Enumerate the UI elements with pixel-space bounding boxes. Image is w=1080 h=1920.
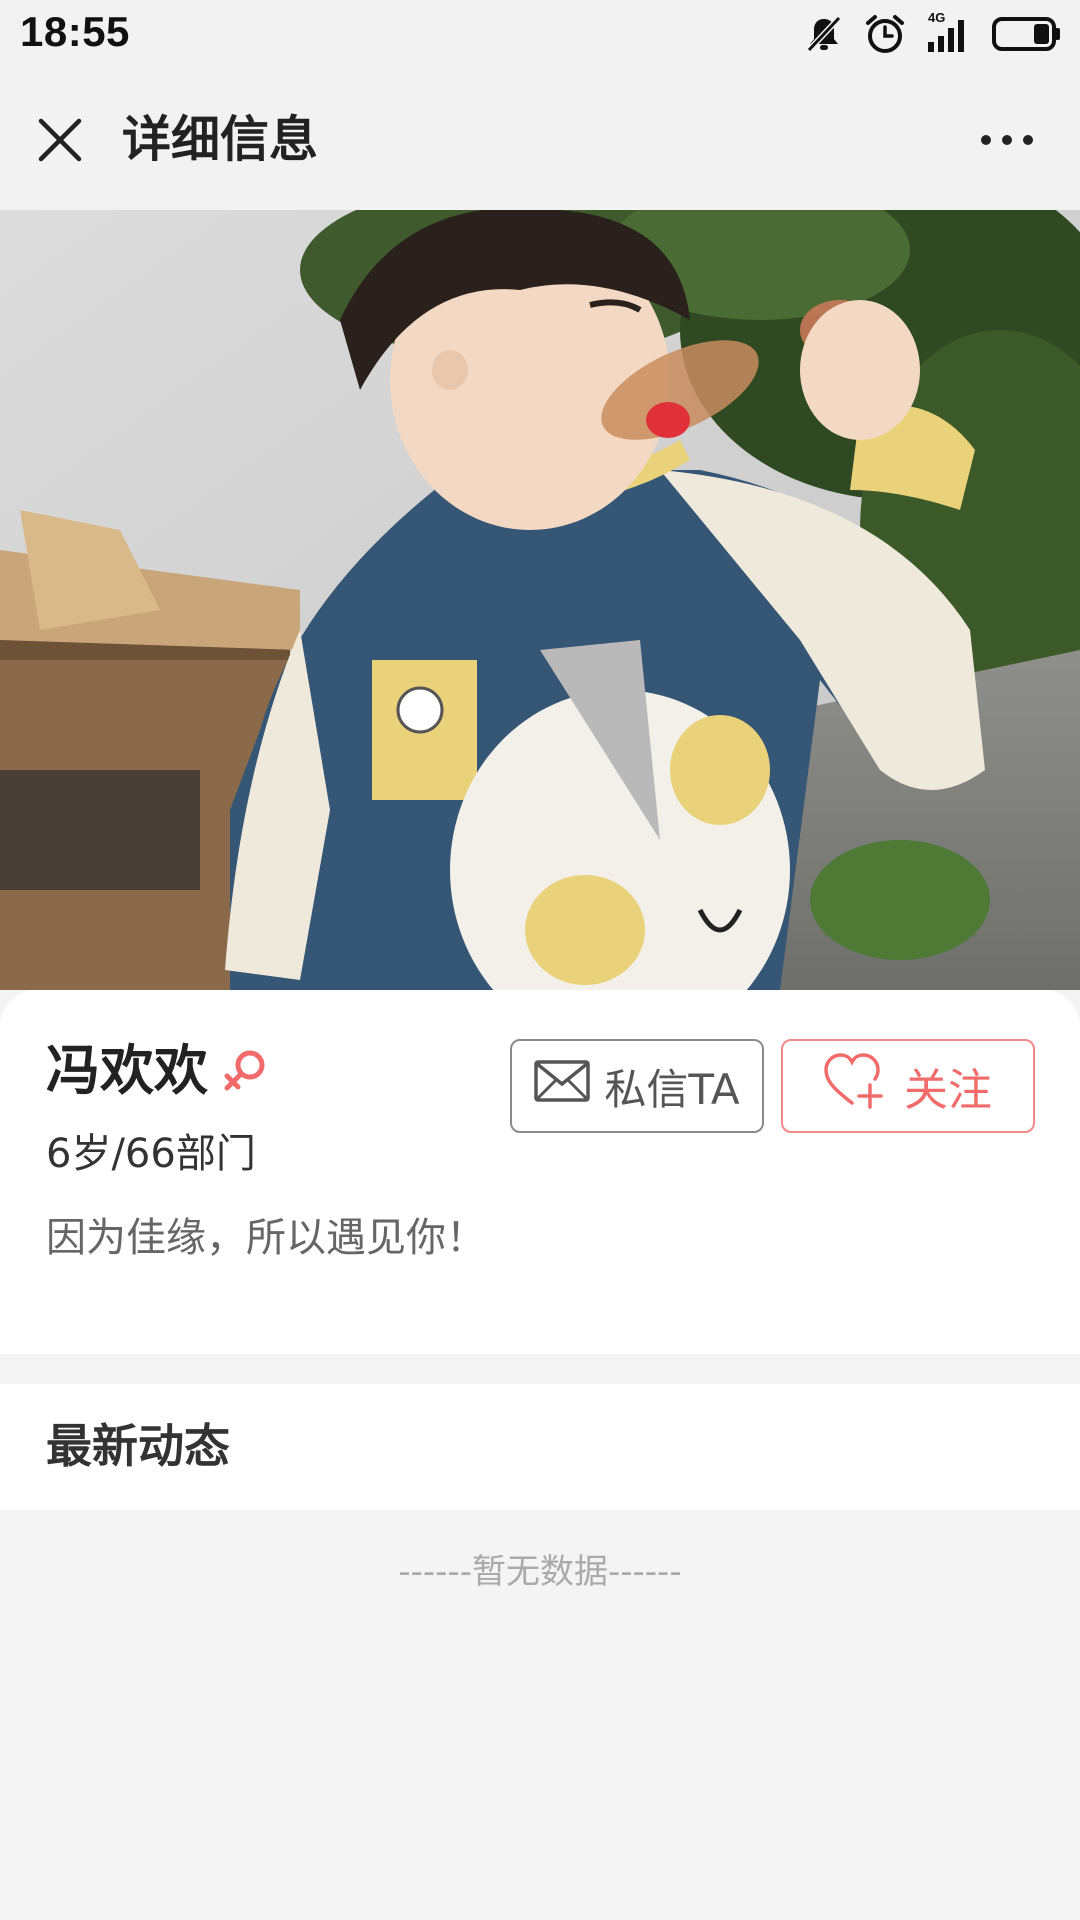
feed-section-header: 最新动态: [0, 1384, 1080, 1510]
message-button-label: 私信TA: [604, 1064, 740, 1114]
more-button[interactable]: [972, 116, 1042, 166]
status-time: 18:55: [20, 8, 130, 55]
network-label: 4G: [928, 10, 946, 25]
follow-button[interactable]: 关注: [781, 1039, 1035, 1133]
status-bar: 18:55 4G: [0, 0, 1080, 68]
alarm-icon: [864, 13, 906, 55]
profile-bio: 因为佳缘，所以遇见你！: [46, 1215, 486, 1261]
status-icons: 4G: [804, 10, 1062, 56]
envelope-icon: [534, 1060, 591, 1112]
close-button[interactable]: [30, 112, 90, 172]
follow-button-label: 关注: [904, 1065, 992, 1116]
female-icon: [222, 1048, 268, 1098]
profile-card: 冯欢欢 6岁/66部门 因为佳缘，所以遇见你！ 私信TA 关注: [0, 990, 1080, 1354]
profile-name: 冯欢欢: [46, 1039, 208, 1102]
close-icon: [37, 117, 83, 167]
more-icon: [979, 132, 1035, 151]
heart-plus-icon: [824, 1052, 886, 1120]
section-title: 最新动态: [46, 1419, 230, 1473]
battery-icon: [992, 14, 1062, 54]
title-bar: 详细信息: [0, 68, 1080, 210]
empty-state-text: ------暂无数据------: [398, 1552, 682, 1592]
page-title: 详细信息: [122, 111, 319, 168]
profile-cover-photo[interactable]: [0, 210, 1080, 990]
signal-4g-icon: 4G: [926, 10, 972, 54]
name-row: 冯欢欢: [46, 1036, 268, 1106]
bell-muted-icon: [804, 14, 844, 54]
profile-meta: 6岁/66部门: [46, 1131, 256, 1177]
message-button[interactable]: 私信TA: [510, 1039, 764, 1133]
